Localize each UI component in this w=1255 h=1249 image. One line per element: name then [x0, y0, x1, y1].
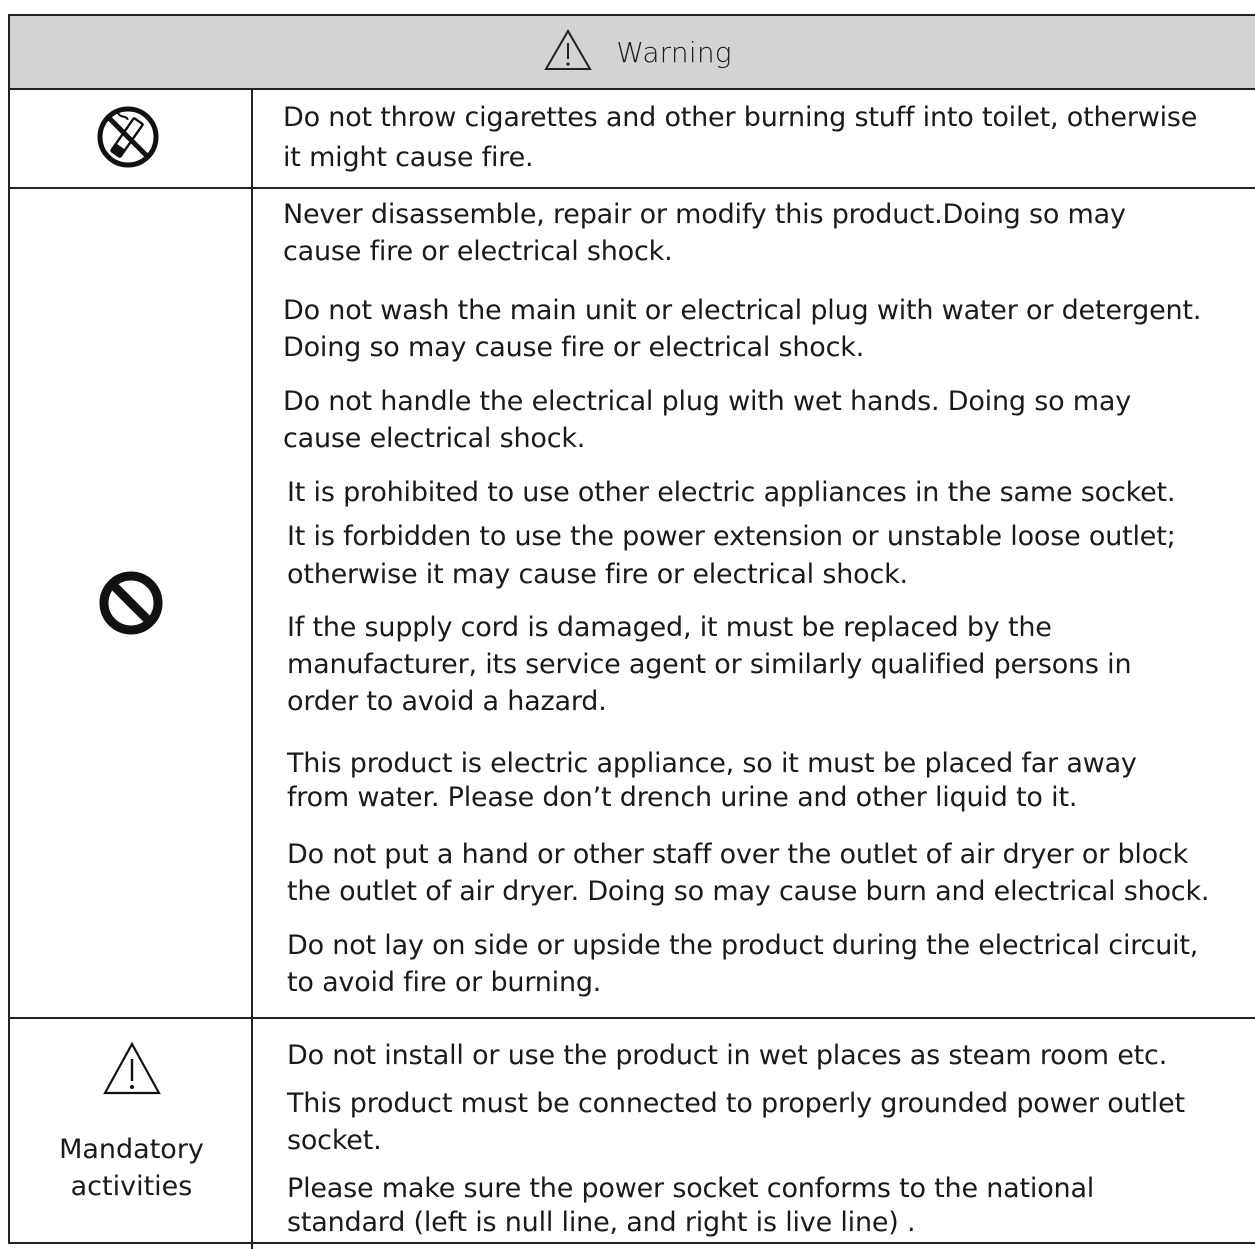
row-line: cause electrical shock. — [283, 423, 586, 454]
icon-cell — [10, 189, 253, 1017]
row-line: Do not wash the main unit or electrical … — [283, 295, 1202, 326]
mandatory-label: Mandatory — [59, 1134, 204, 1165]
icon-cell — [10, 90, 253, 187]
warning-row-fire: Do not throw cigarettes and other burnin… — [10, 90, 1255, 189]
row-line: order to avoid a hazard. — [287, 686, 607, 717]
row-line: Do not handle the electrical plug with w… — [283, 386, 1132, 417]
warning-header: Warning — [10, 16, 1255, 90]
prohibition-icon — [99, 571, 163, 635]
row-line: otherwise it may cause fire or electrica… — [287, 559, 908, 590]
row-line: Do not throw cigarettes and other burnin… — [283, 102, 1198, 133]
icon-cell: Mandatory activities — [10, 1019, 253, 1249]
row-line: Please make sure the power socket confor… — [287, 1173, 1095, 1204]
row-line: It is prohibited to use other electric a… — [287, 477, 1176, 508]
row-line: to avoid fire or burning. — [287, 967, 602, 998]
text-cell: Never disassemble, repair or modify this… — [253, 189, 1255, 1017]
row-line: Do not put a hand or other staff over th… — [287, 839, 1189, 870]
row-line: from water. Please don’t drench urine an… — [287, 782, 1078, 813]
warning-table: Warning Do not throw cigarettes and othe… — [8, 14, 1255, 1249]
row-line: standard (left is null line, and right i… — [287, 1207, 916, 1238]
mandatory-row: Mandatory activities Do not install or u… — [10, 1019, 1255, 1249]
text-cell: Do not install or use the product in wet… — [253, 1019, 1255, 1249]
row-line: the outlet of air dryer. Doing so may ca… — [287, 876, 1210, 907]
row-line: It is forbidden to use the power extensi… — [287, 521, 1176, 552]
row-line: manufacturer, its service agent or simil… — [287, 649, 1132, 680]
row-line: socket. — [287, 1125, 382, 1156]
warning-row-electrical: Never disassemble, repair or modify this… — [10, 189, 1255, 1019]
warning-triangle-icon — [103, 1041, 161, 1095]
row-line: Doing so may cause fire or electrical sh… — [283, 332, 865, 363]
warning-triangle-icon — [544, 29, 592, 70]
mandatory-label: activities — [70, 1171, 193, 1202]
header-title: Warning — [616, 35, 732, 69]
row-line: Do not install or use the product in wet… — [287, 1040, 1168, 1071]
row-line: cause fire or electrical shock. — [283, 236, 673, 267]
row-line: If the supply cord is damaged, it must b… — [287, 612, 1052, 643]
row-line: Do not lay on side or upside the product… — [287, 930, 1199, 961]
row-line: it might cause fire. — [283, 142, 534, 173]
row-line: Never disassemble, repair or modify this… — [283, 199, 1126, 230]
no-smoking-icon — [97, 106, 159, 168]
text-cell: Do not throw cigarettes and other burnin… — [253, 90, 1255, 187]
row-line: This product is electric appliance, so i… — [287, 748, 1137, 779]
row-line: This product must be connected to proper… — [287, 1088, 1185, 1119]
